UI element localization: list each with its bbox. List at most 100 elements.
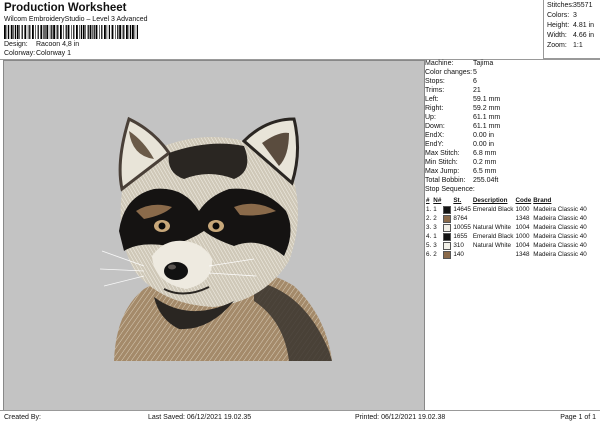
stop-description (472, 214, 515, 223)
stop-num: 1. (426, 206, 432, 213)
stop-needle: 3 (433, 242, 437, 249)
stop-needle: 1 (433, 233, 437, 240)
colorway-value: Colorway 1 (36, 50, 72, 57)
stop-table-header: # N# St. Description Code Brand (425, 196, 588, 205)
design-label: Design: (4, 41, 28, 48)
design-preview (3, 60, 425, 411)
stop-stitches: 14645 (453, 206, 471, 213)
stop-brand: Madeira Classic 40 (533, 233, 587, 240)
info-machine: Machine: Tajima (425, 60, 494, 67)
stop-row: 4. 1 1655 Emerald Black 1000 Madeira Classic … (425, 232, 588, 241)
stop-brand: Madeira Classic 40 (533, 251, 587, 258)
info-color-changes: Color changes:5 (425, 69, 477, 76)
stop-needle: 1 (433, 206, 437, 213)
design-value: Racoon 4,8 in (36, 41, 80, 48)
stop-swatch (442, 214, 452, 223)
software-subtitle: Wilcom EmbroideryStudio – Level 3 Advanc… (4, 16, 148, 23)
info-max-stitch: Max Stitch: 6.8 mm (425, 150, 497, 157)
info-right: Right: 59.2 mm (425, 105, 501, 112)
col-header-num: # (426, 197, 430, 204)
col-header-stitches: St. (453, 197, 462, 204)
color-swatch (443, 214, 452, 223)
stop-swatch (442, 232, 452, 241)
stop-stitches: 8764 (453, 215, 468, 222)
stop-stitches: 1655 (453, 233, 468, 240)
stop-code: 1348 (515, 251, 530, 258)
stop-row: 3. 3 10055 Natural White 1004 Madeira Classic… (425, 223, 588, 232)
stop-code: 1348 (515, 215, 530, 222)
color-swatch (443, 250, 452, 259)
colorway-label: Colorway: (4, 50, 36, 57)
color-swatch (443, 241, 452, 250)
design-row: Design: Racoon 4,8 in (4, 41, 79, 48)
color-swatch (443, 205, 452, 214)
page-title: Production Worksheet (4, 2, 127, 14)
colorway-row: Colorway:Colorway 1 (4, 50, 71, 57)
col-header-code: Code (515, 197, 532, 204)
stop-num: 4. (426, 233, 432, 240)
stop-sequence-table: # N# St. Description Code Brand 1. 1 14645… (425, 196, 588, 259)
info-endx: EndX: 0.00 in (425, 132, 495, 139)
raccoon-embroidery-image (99, 116, 332, 361)
stop-code: 1004 (515, 242, 530, 249)
stat-colors: Colors: 3 (547, 12, 577, 19)
stop-description: Natural White (472, 224, 511, 231)
info-down: Down: 61.1 mm (425, 123, 501, 130)
page-number: Page 1 of 1 (560, 414, 596, 421)
stop-stitches: 310 (453, 242, 464, 249)
col-header-description: Description (472, 197, 508, 204)
stop-needle: 2 (433, 251, 437, 258)
stop-row: 2. 2 8764 1348 Madeira Classic 40 (425, 214, 588, 223)
stop-description: Emerald Black (472, 233, 514, 240)
last-saved: Last Saved: 06/12/2021 19.02.35 (148, 414, 252, 421)
stop-num: 5. (426, 242, 432, 249)
stop-description: Emerald Black (472, 206, 514, 213)
created-by: Created By: (4, 414, 41, 421)
stat-zoom: Zoom: 1:1 (547, 42, 583, 49)
stat-stitches: Stitches:35571 (547, 2, 593, 9)
stop-needle: 2 (433, 215, 437, 222)
info-total-bobbin: Total Bobbin: 255.04ft (425, 177, 499, 184)
color-swatch (443, 232, 452, 241)
info-panel: Machine: Tajima Color changes:5 Stops: 6 T… (425, 60, 600, 409)
color-swatch (443, 223, 452, 232)
stop-sequence-title: Stop Sequence: (425, 186, 475, 193)
info-max-jump: Max Jump: 6.5 mm (425, 168, 497, 175)
stop-stitches: 140 (453, 251, 464, 258)
stop-swatch (442, 223, 452, 232)
info-endy: EndY: 0.00 in (425, 141, 495, 148)
stop-stitches: 10055 (453, 224, 471, 231)
stat-width: Width: 4.66 in (547, 32, 595, 39)
stop-swatch (442, 250, 452, 259)
stop-num: 3. (426, 224, 432, 231)
footer: Created By: Last Saved: 06/12/2021 19.02… (0, 410, 600, 425)
stop-code: 1000 (515, 233, 530, 240)
stop-code: 1004 (515, 224, 530, 231)
stat-height: Height: 4.81 in (547, 22, 595, 29)
stop-row: 5. 3 310 Natural White 1004 Madeira Classic 4… (425, 241, 588, 250)
col-header-needle: N# (433, 197, 442, 204)
stop-code: 1000 (515, 206, 530, 213)
stop-row: 1. 1 14645 Emerald Black 1000 Madeira Classic… (425, 205, 588, 214)
stop-brand: Madeira Classic 40 (533, 242, 587, 249)
info-trims: Trims: 21 (425, 87, 481, 94)
stop-num: 2. (426, 215, 432, 222)
info-min-stitch: Min Stitch: 0.2 mm (425, 159, 497, 166)
info-up: Up: 61.1 mm (425, 114, 501, 121)
stop-brand: Madeira Classic 40 (533, 224, 587, 231)
barcode (4, 25, 138, 39)
stop-swatch (442, 205, 452, 214)
stop-brand: Madeira Classic 40 (533, 215, 587, 222)
stop-description: Natural White (472, 242, 511, 249)
stop-row: 6. 2 140 1348 Madeira Classic 40 (425, 250, 588, 259)
stop-needle: 3 (433, 224, 437, 231)
stop-brand: Madeira Classic 40 (533, 206, 587, 213)
info-left: Left: 59.1 mm (425, 96, 501, 103)
stop-description (472, 250, 515, 259)
col-header-brand: Brand (533, 197, 552, 204)
col-header-swatch (442, 196, 452, 205)
stats-box: Stitches:35571 Colors: 3 Height: 4.81 in W… (543, 0, 600, 59)
stop-swatch (442, 241, 452, 250)
printed-date: Printed: 06/12/2021 19.02.38 (355, 414, 446, 421)
stop-num: 6. (426, 251, 432, 258)
